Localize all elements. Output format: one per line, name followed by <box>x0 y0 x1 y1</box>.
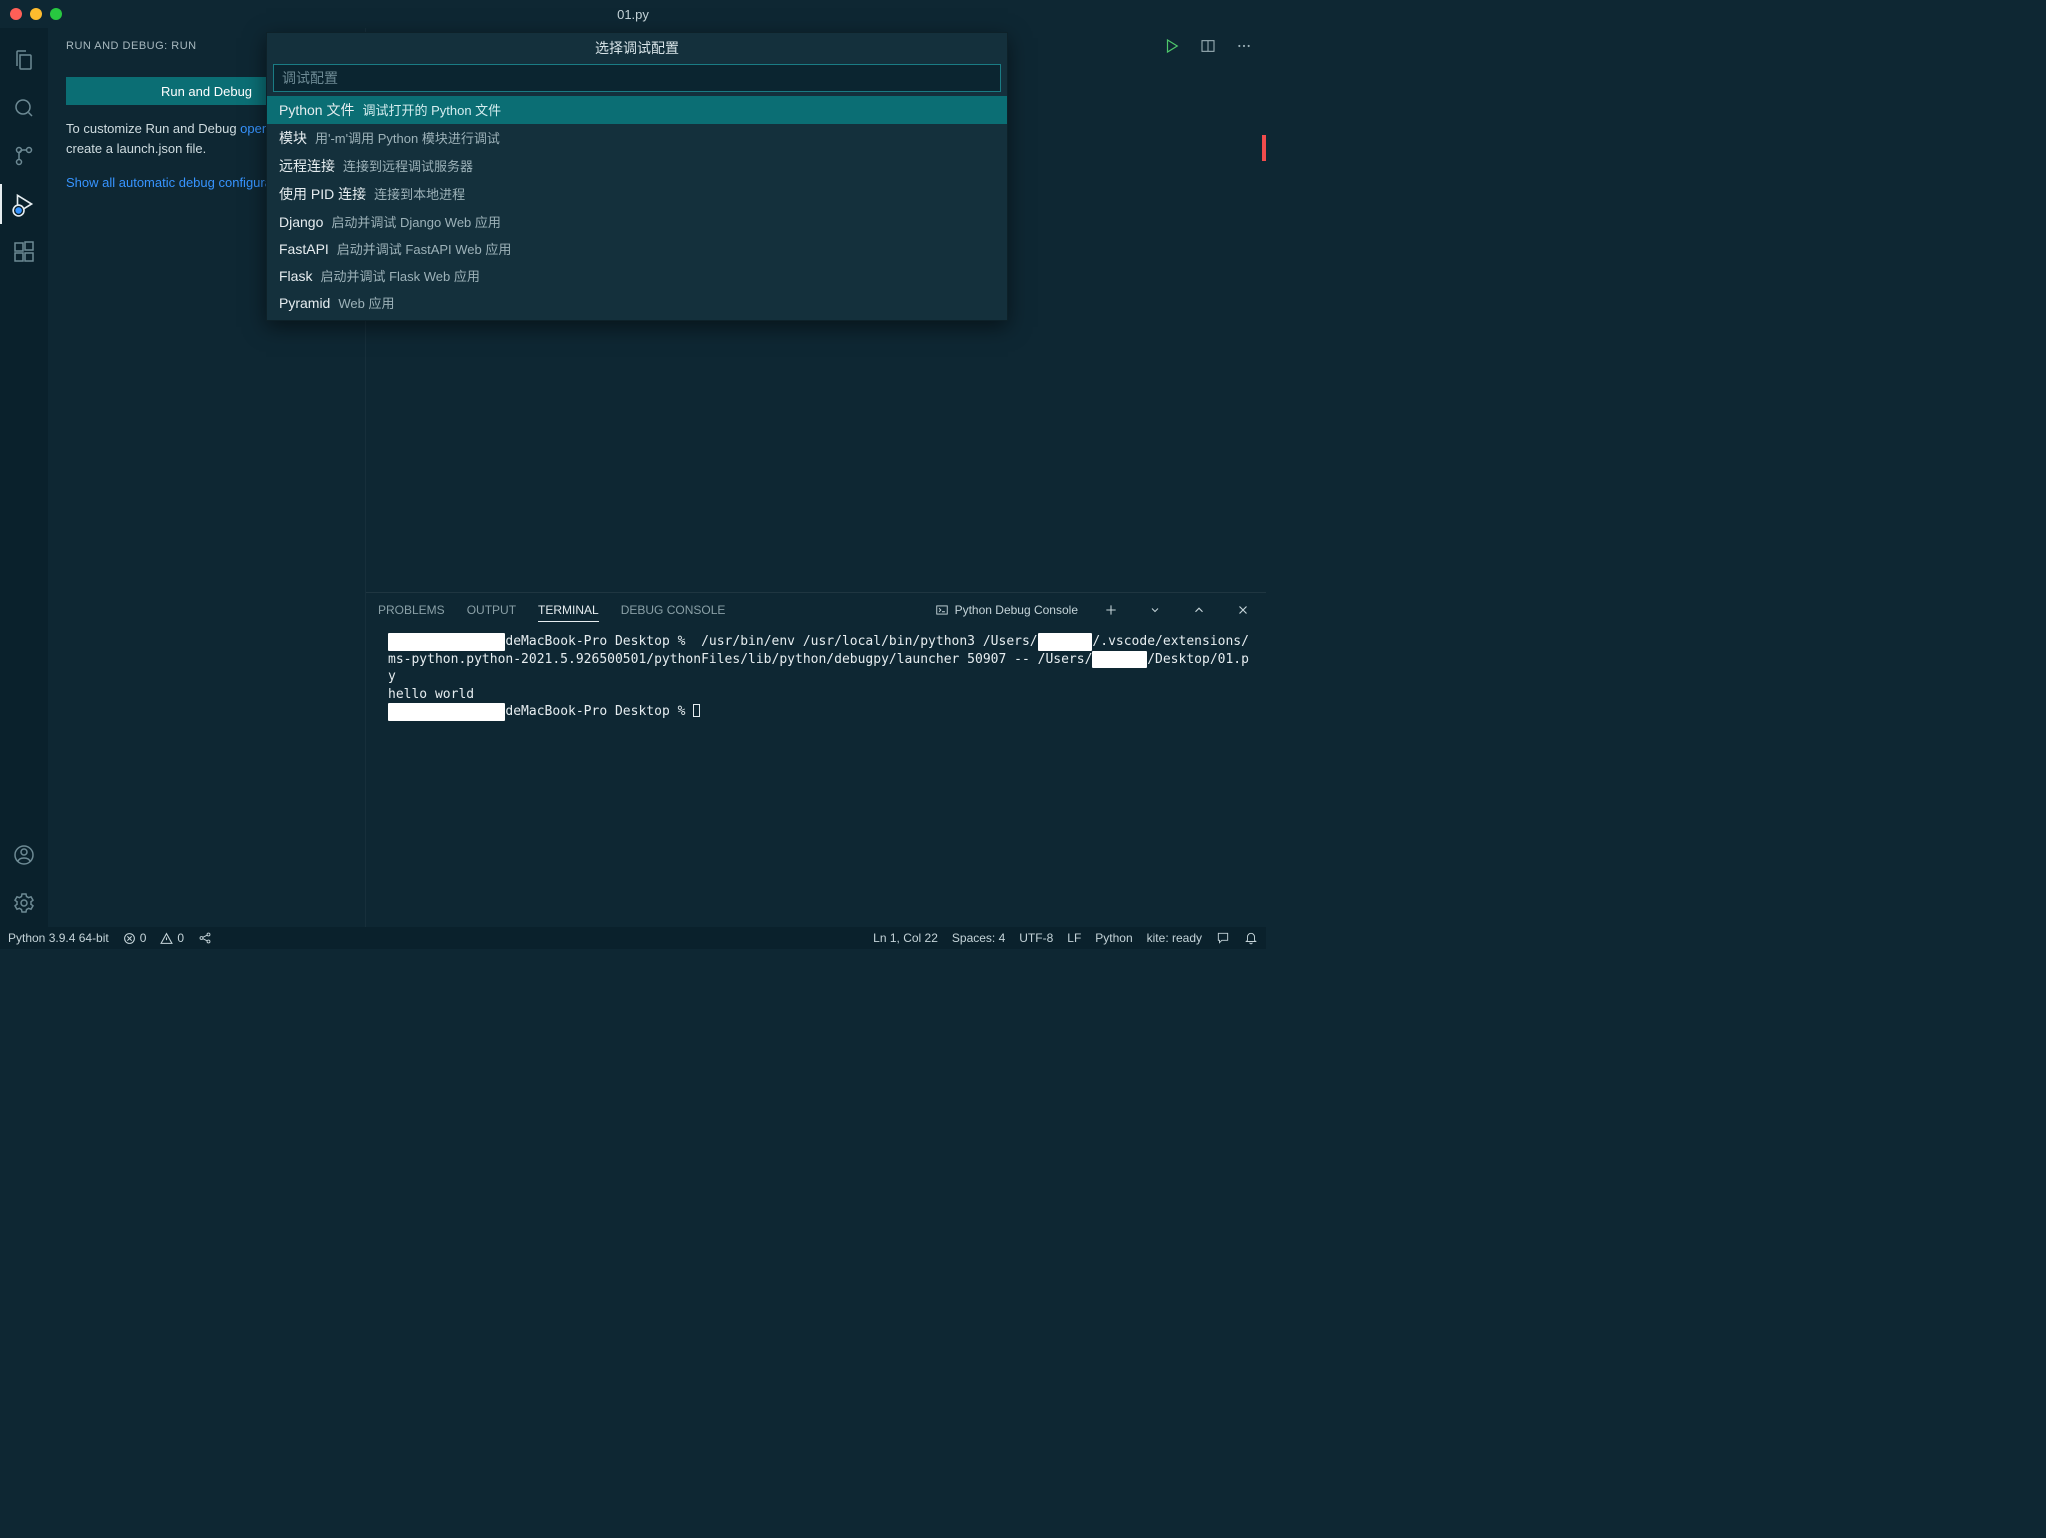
status-eol[interactable]: LF <box>1067 931 1081 945</box>
maximize-panel-icon[interactable] <box>1188 599 1210 621</box>
window-controls <box>10 8 62 20</box>
status-warnings[interactable]: 0 <box>160 931 184 945</box>
run-icon[interactable] <box>1158 32 1186 60</box>
status-errors[interactable]: 0 <box>123 931 147 945</box>
quickpick-item-module[interactable]: 模块 用'-m'调用 Python 模块进行调试 <box>267 124 1007 152</box>
account-icon[interactable] <box>0 831 48 879</box>
window-title: 01.py <box>617 7 649 22</box>
quickpick-item-fastapi[interactable]: FastAPI 启动并调试 FastAPI Web 应用 <box>267 235 1007 262</box>
terminal-cursor <box>693 704 700 717</box>
source-control-icon[interactable] <box>0 132 48 180</box>
close-window-button[interactable] <box>10 8 22 20</box>
quickpick-debug-config: 选择调试配置 Python 文件 调试打开的 Python 文件 模块 用'-m… <box>266 32 1008 321</box>
overview-ruler-error-marker <box>1262 135 1266 161</box>
tab-terminal[interactable]: TERMINAL <box>538 599 599 622</box>
extensions-icon[interactable] <box>0 228 48 276</box>
more-actions-icon[interactable] <box>1230 32 1258 60</box>
panel: PROBLEMS OUTPUT TERMINAL DEBUG CONSOLE P… <box>366 592 1266 927</box>
activity-bar <box>0 28 48 927</box>
tab-output[interactable]: OUTPUT <box>467 599 516 621</box>
status-language[interactable]: Python <box>1095 931 1132 945</box>
status-python-version[interactable]: Python 3.9.4 64-bit <box>8 931 109 945</box>
new-terminal-icon[interactable] <box>1100 599 1122 621</box>
terminal-content[interactable]: hanyang@hanyangdeMacBook-Pro Desktop % /… <box>366 627 1266 927</box>
status-feedback-icon[interactable] <box>1216 931 1230 945</box>
statusbar: Python 3.9.4 64-bit 0 0 Ln 1, Col 22 Spa… <box>0 927 1266 949</box>
quickpick-item-pid[interactable]: 使用 PID 连接 连接到本地进程 <box>267 180 1007 208</box>
minimize-window-button[interactable] <box>30 8 42 20</box>
quickpick-list: Python 文件 调试打开的 Python 文件 模块 用'-m'调用 Pyt… <box>267 96 1007 320</box>
status-kite[interactable]: kite: ready <box>1147 931 1202 945</box>
run-debug-icon[interactable] <box>0 180 48 228</box>
close-panel-icon[interactable] <box>1232 599 1254 621</box>
quickpick-item-python-file[interactable]: Python 文件 调试打开的 Python 文件 <box>267 96 1007 124</box>
zoom-window-button[interactable] <box>50 8 62 20</box>
tab-debug-console[interactable]: DEBUG CONSOLE <box>621 599 726 621</box>
terminal-dropdown-icon[interactable] <box>1144 599 1166 621</box>
quickpick-item-flask[interactable]: Flask 启动并调试 Flask Web 应用 <box>267 262 1007 289</box>
status-line-col[interactable]: Ln 1, Col 22 <box>873 931 938 945</box>
settings-gear-icon[interactable] <box>0 879 48 927</box>
panel-tabs: PROBLEMS OUTPUT TERMINAL DEBUG CONSOLE P… <box>366 593 1266 627</box>
quickpick-item-pyramid[interactable]: Pyramid Web 应用 <box>267 289 1007 316</box>
status-encoding[interactable]: UTF-8 <box>1019 931 1053 945</box>
tab-problems[interactable]: PROBLEMS <box>378 599 445 621</box>
show-all-configs-link[interactable]: Show all automatic debug configurations <box>66 175 299 190</box>
search-icon[interactable] <box>0 84 48 132</box>
titlebar: 01.py <box>0 0 1266 28</box>
terminal-session-selector[interactable]: Python Debug Console <box>935 603 1078 617</box>
quickpick-item-remote[interactable]: 远程连接 连接到远程调试服务器 <box>267 152 1007 180</box>
quickpick-item-django[interactable]: Django 启动并调试 Django Web 应用 <box>267 208 1007 235</box>
quickpick-input[interactable] <box>273 64 1001 92</box>
quickpick-title: 选择调试配置 <box>267 33 1007 64</box>
status-live-share-icon[interactable] <box>198 931 212 945</box>
explorer-icon[interactable] <box>0 36 48 84</box>
split-editor-icon[interactable] <box>1194 32 1222 60</box>
status-spaces[interactable]: Spaces: 4 <box>952 931 1005 945</box>
status-bell-icon[interactable] <box>1244 931 1258 945</box>
